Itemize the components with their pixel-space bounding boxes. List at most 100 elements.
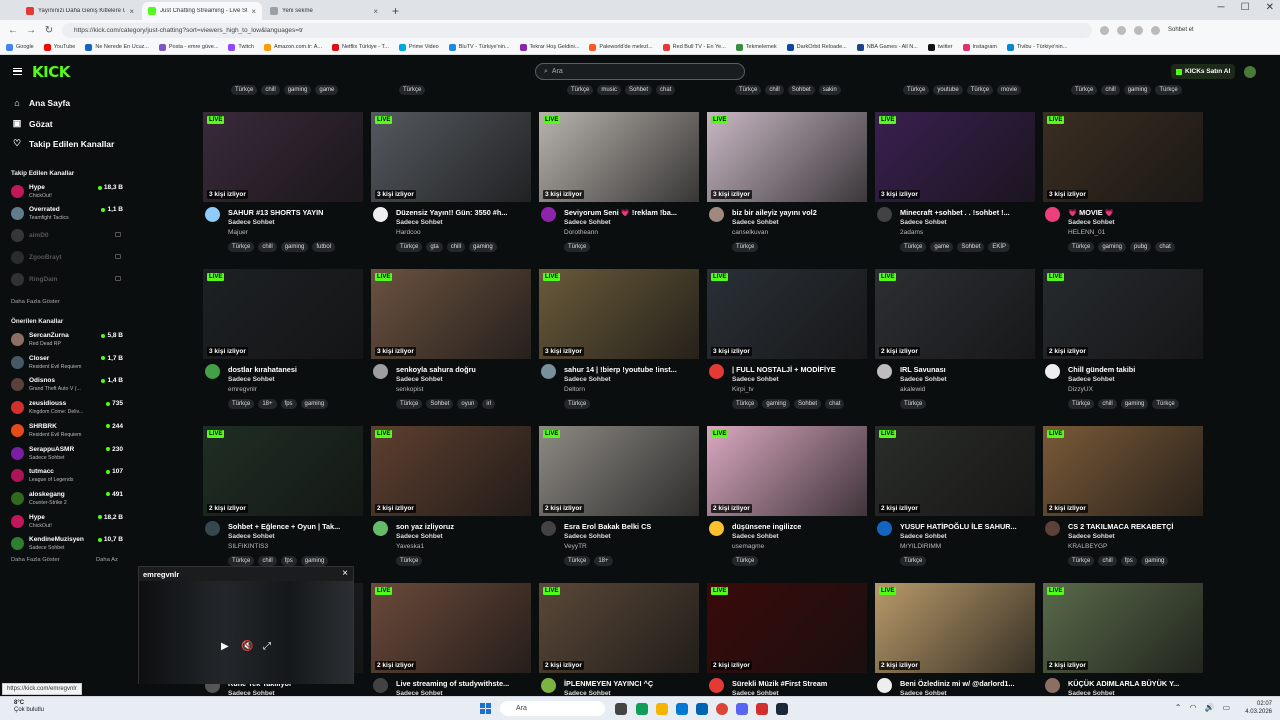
recommended-channel[interactable]: zeusidiouss Kingdom Come: Deliv... 735 xyxy=(11,399,123,417)
stream-category[interactable]: Sadece Sohbet xyxy=(228,219,275,226)
streamer-name[interactable]: HELENN_01 xyxy=(1068,229,1105,236)
followed-channel[interactable]: Hype ChickOut! 18,3 B xyxy=(11,183,123,201)
streamer-avatar[interactable] xyxy=(709,521,724,536)
tag[interactable]: gaming xyxy=(300,556,329,566)
stream-category[interactable]: Sadece Sohbet xyxy=(1068,376,1115,383)
tag[interactable]: chill xyxy=(446,242,466,252)
tag[interactable]: Türkçe xyxy=(399,85,426,95)
streamer-name[interactable]: 2adams xyxy=(900,229,923,236)
tag[interactable]: Türkçe xyxy=(228,242,255,252)
recommended-channel[interactable]: Closer Resident Evil Requiem 1,7 B xyxy=(11,354,123,372)
streamer-name[interactable]: senkopist xyxy=(396,386,423,393)
stream-title[interactable]: dostlar kırahatanesi xyxy=(228,365,363,374)
extension-icon[interactable] xyxy=(1100,25,1109,35)
bookmark-item[interactable]: Ne Nerede En Ucuz... xyxy=(85,43,149,51)
streamer-avatar[interactable] xyxy=(205,207,220,222)
streamer-avatar[interactable] xyxy=(373,678,388,693)
store-icon[interactable] xyxy=(696,703,708,715)
discord-icon[interactable] xyxy=(736,703,748,715)
stream-thumbnail[interactable]: LIVE 3 kişi izliyor xyxy=(1043,112,1203,202)
taskbar-search[interactable]: Ara xyxy=(500,701,605,716)
bookmark-item[interactable]: Amazon.com.tr: A... xyxy=(264,43,322,51)
stream-card[interactable]: LIVE 2 kişi izliyor Esra Erol Bakak Belki … xyxy=(539,426,699,586)
battery-icon[interactable]: ▭ xyxy=(1222,703,1230,712)
streamer-name[interactable]: VeyyTR xyxy=(564,543,587,550)
new-tab-button[interactable]: + xyxy=(392,2,399,20)
bookmark-item[interactable]: DarkOrbit Reloade... xyxy=(786,43,847,51)
recommended-channel[interactable]: tutmacc League of Legends 107 xyxy=(11,467,123,485)
stream-thumbnail[interactable]: LIVE 3 kişi izliyor xyxy=(539,112,699,202)
streamer-avatar[interactable] xyxy=(205,364,220,379)
recommended-channel[interactable]: SercanZurna Red Dead RP 5,8 B xyxy=(11,331,123,349)
browser-tab[interactable]: Yayınınızı Daha Geniş Kitlelere Ula...× xyxy=(20,2,140,20)
tag[interactable]: Türkçe xyxy=(564,399,591,409)
tag[interactable]: gaming xyxy=(1120,399,1149,409)
tag[interactable]: pubg xyxy=(1130,242,1152,252)
stream-thumbnail[interactable]: LIVE 3 kişi izliyor xyxy=(707,269,867,359)
stream-thumbnail[interactable]: LIVE 2 kişi izliyor xyxy=(539,583,699,673)
volume-icon[interactable]: 🔊 xyxy=(1204,703,1214,712)
streamer-name[interactable]: Majuer xyxy=(228,229,248,236)
followed-channel[interactable]: RingDain xyxy=(11,271,123,289)
streamer-avatar[interactable] xyxy=(541,678,556,693)
stream-thumbnail[interactable]: LIVE 3 kişi izliyor xyxy=(203,269,363,359)
stream-card[interactable]: LIVE 2 kişi izliyor Beni Özlediniz mi w/ @… xyxy=(875,583,1035,696)
recommended-channel[interactable]: Hype ChickOut! 18,2 B xyxy=(11,513,123,531)
stream-thumbnail[interactable]: LIVE 2 kişi izliyor xyxy=(1043,269,1203,359)
streamer-name[interactable]: SILFIKINTIS3 xyxy=(228,543,268,550)
tag[interactable]: Sohbet xyxy=(625,85,653,95)
streamer-name[interactable]: emregvnlr xyxy=(228,386,257,393)
stream-title[interactable]: | FULL NOSTALJİ + MODİFİYE xyxy=(732,365,867,374)
stream-category[interactable]: Sadece Sohbet xyxy=(396,219,443,226)
stream-thumbnail[interactable]: LIVE 3 kişi izliyor xyxy=(539,269,699,359)
streamer-name[interactable]: Kirpi_tv xyxy=(732,386,754,393)
minimize-icon[interactable]: ─ xyxy=(1218,2,1225,13)
mini-player-video[interactable]: ▶ 🔇 ⤢ xyxy=(139,581,353,684)
streamer-name[interactable]: Hardcoo xyxy=(396,229,421,236)
back-icon[interactable]: ← xyxy=(8,25,18,36)
clock[interactable]: 02:07 4.03.2026 xyxy=(1245,700,1272,716)
recommended-channel[interactable]: SHRBRK Resident Evil Requiem 244 xyxy=(11,422,123,440)
stream-thumbnail[interactable]: LIVE 3 kişi izliyor xyxy=(203,112,363,202)
streamer-avatar[interactable] xyxy=(709,364,724,379)
tag[interactable]: chill xyxy=(1101,85,1120,95)
stream-category[interactable]: Sadece Sohbet xyxy=(900,533,947,540)
sidebar-item-heart[interactable]: ♡ Takip Edilen Kanallar xyxy=(12,138,114,149)
sidebar-item-home[interactable]: ⌂ Ana Sayfa xyxy=(12,98,70,108)
streamer-avatar[interactable] xyxy=(541,521,556,536)
search-input[interactable]: ⌕ Ara xyxy=(535,63,745,80)
streamer-avatar[interactable] xyxy=(205,521,220,536)
streamer-name[interactable]: canselkuvan xyxy=(732,229,768,236)
browser-tab[interactable]: Yeni sekme × xyxy=(264,2,384,20)
stream-card[interactable]: LIVE 3 kişi izliyor 💗 MOVIE 💗 Sadece Sohbet… xyxy=(1043,112,1203,272)
stream-category[interactable]: Sadece Sohbet xyxy=(732,219,779,226)
stream-title[interactable]: Sohbet + Eğlence + Oyun | Tak... xyxy=(228,522,363,531)
steam-icon[interactable] xyxy=(776,703,788,715)
bookmark-item[interactable]: NBA Games - All N... xyxy=(856,43,918,51)
tag[interactable]: Türkçe xyxy=(396,242,423,252)
stream-title[interactable]: Sürekli Müzik #First Stream xyxy=(732,679,867,688)
streamer-avatar[interactable] xyxy=(877,521,892,536)
bookmark-item[interactable]: Paleworld'de melezl... xyxy=(589,43,653,51)
tag[interactable]: fps xyxy=(1120,556,1137,566)
tag[interactable]: Türkçe xyxy=(1068,242,1095,252)
tag[interactable]: Türkçe xyxy=(396,556,423,566)
bookmark-item[interactable]: Tivibu - Türkiye'nin... xyxy=(1006,43,1067,51)
streamer-name[interactable]: MrYILDIRIMM xyxy=(900,543,941,550)
close-icon[interactable]: × xyxy=(373,7,378,16)
bookmark-item[interactable]: Google xyxy=(6,43,34,51)
tag[interactable]: gaming xyxy=(1123,85,1152,95)
extension-icon[interactable] xyxy=(1134,25,1143,35)
stream-card[interactable]: LIVE 3 kişi izliyor biz bir aileyiz yayını… xyxy=(707,112,867,272)
tag[interactable]: chill xyxy=(765,85,784,95)
stream-title[interactable]: son yaz izliyoruz xyxy=(396,522,531,531)
stream-card[interactable]: LIVE 3 kişi izliyor Minecraft +sohbet . . … xyxy=(875,112,1035,272)
tag[interactable]: Türkçe xyxy=(228,556,255,566)
stream-card[interactable]: LIVE 3 kişi izliyor SAHUR #13 SHORTS YAYIN… xyxy=(203,112,363,272)
close-icon[interactable]: × xyxy=(251,7,256,16)
extension-icon[interactable] xyxy=(1117,25,1126,35)
tag[interactable]: 18+ xyxy=(258,399,277,409)
bookmark-item[interactable]: Red Bull TV - En Ye... xyxy=(662,43,726,51)
windows-start-icon[interactable] xyxy=(480,703,491,714)
bookmark-item[interactable]: Tekrar Hoş Geldini... xyxy=(519,43,579,51)
